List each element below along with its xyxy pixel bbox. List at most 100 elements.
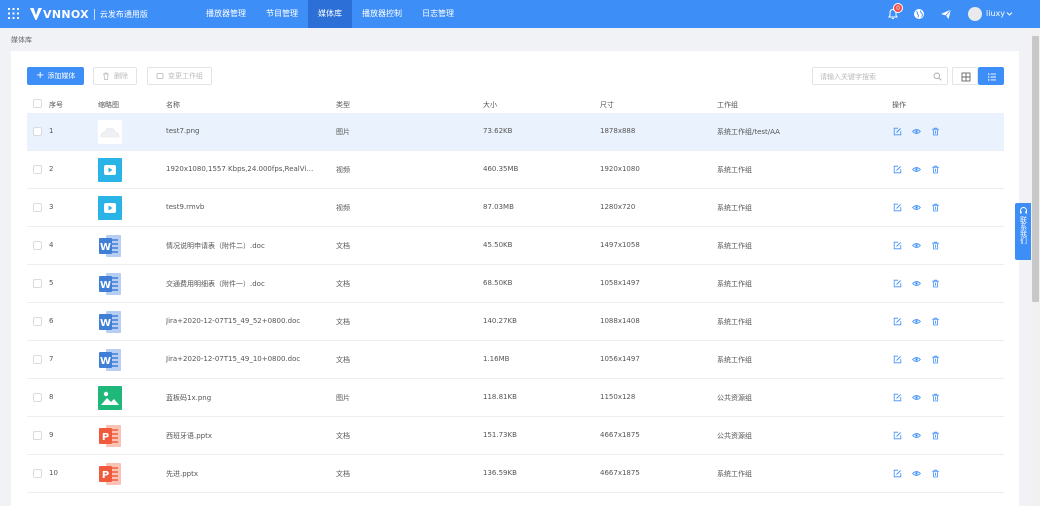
list-view-button[interactable]	[978, 67, 1004, 85]
preview-eye-icon[interactable]	[912, 469, 921, 478]
username[interactable]: liuxy	[986, 9, 1005, 18]
edit-icon[interactable]	[893, 241, 902, 250]
preview-eye-icon[interactable]	[912, 279, 921, 288]
image-thumbnail-icon[interactable]	[98, 386, 122, 410]
table-row[interactable]: 10 P 先进.pptx 文档 136.59KB 4667x1875 系统工作组	[27, 455, 1004, 493]
row-checkbox[interactable]	[33, 393, 42, 402]
nav-player-control[interactable]: 播放器控制	[352, 0, 412, 28]
page-scrollbar[interactable]	[1031, 28, 1040, 506]
row-checkbox[interactable]	[33, 469, 42, 478]
delete-trash-icon[interactable]	[931, 469, 940, 478]
delete-trash-icon[interactable]	[931, 241, 940, 250]
edit-icon[interactable]	[893, 279, 902, 288]
row-checkbox[interactable]	[33, 165, 42, 174]
media-name: 交通费用明细表（附件一）.doc	[166, 280, 265, 288]
edit-icon[interactable]	[893, 165, 902, 174]
word-thumbnail-icon[interactable]: W	[98, 310, 122, 334]
preview-eye-icon[interactable]	[912, 241, 921, 250]
preview-eye-icon[interactable]	[912, 317, 921, 326]
table-row[interactable]: 1 test7.png 图片 73.62KB 1878x888 系统工作组/test/AA	[27, 113, 1004, 151]
search-icon[interactable]	[933, 72, 942, 81]
scrollbar-thumb[interactable]	[1032, 36, 1039, 302]
table-row[interactable]: 9 P 西班牙语.pptx 文档 151.73KB 4667x1875 公共资源组	[27, 417, 1004, 455]
edit-icon[interactable]	[893, 355, 902, 364]
video-thumbnail-icon[interactable]	[98, 158, 122, 182]
col-header-type[interactable]: 类型	[336, 100, 350, 110]
word-thumbnail-icon[interactable]: W	[98, 234, 122, 258]
col-header-workgroup[interactable]: 工作组	[717, 100, 738, 110]
row-checkbox[interactable]	[33, 203, 42, 212]
col-header-dimensions[interactable]: 尺寸	[600, 100, 614, 110]
word-thumbnail-icon[interactable]: W	[98, 272, 122, 296]
row-checkbox[interactable]	[33, 431, 42, 440]
media-workgroup: 系统工作组/test/AA	[717, 128, 780, 136]
row-checkbox[interactable]	[33, 317, 42, 326]
col-header-size[interactable]: 大小	[483, 100, 497, 110]
table-row[interactable]: 5 W 交通费用明细表（附件一）.doc 文档 68.50KB 1058x1497 系统工作…	[27, 265, 1004, 303]
row-checkbox[interactable]	[33, 241, 42, 250]
row-checkbox[interactable]	[33, 279, 42, 288]
apps-grid-icon[interactable]	[8, 8, 19, 19]
preview-eye-icon[interactable]	[912, 431, 921, 440]
select-all-checkbox[interactable]	[33, 99, 42, 108]
media-size: 140.27KB	[483, 317, 517, 325]
contact-us-tab[interactable]: 联系我们	[1015, 203, 1031, 260]
col-header-actions: 操作	[892, 101, 906, 109]
svg-text:P: P	[102, 432, 109, 443]
table-row[interactable]: 2 1920x1080,1557 Kbps,24.000fps,RealVideo…	[27, 151, 1004, 189]
word-thumbnail-icon[interactable]: W	[98, 348, 122, 372]
preview-eye-icon[interactable]	[912, 355, 921, 364]
preview-eye-icon[interactable]	[912, 393, 921, 402]
svg-text:P: P	[102, 470, 109, 481]
delete-trash-icon[interactable]	[931, 317, 940, 326]
delete-trash-icon[interactable]	[931, 431, 940, 440]
add-media-button[interactable]: + 添加媒体	[27, 67, 85, 85]
edit-icon[interactable]	[893, 127, 902, 136]
edit-icon[interactable]	[893, 317, 902, 326]
media-library-panel: + 添加媒体 删除 变更工作组 请输入关键字搜索 序号 缩略图 名称 类型 大小…	[11, 51, 1019, 506]
table-row[interactable]: 6 W Jira+2020-12-07T15_49_52+0800.doc 文档 140…	[27, 303, 1004, 341]
preview-eye-icon[interactable]	[912, 165, 921, 174]
ppt-thumbnail-icon[interactable]: P	[98, 462, 122, 486]
col-header-name[interactable]: 名称	[166, 100, 180, 110]
svg-text:W: W	[100, 280, 111, 291]
delete-trash-icon[interactable]	[931, 279, 940, 288]
edit-icon[interactable]	[893, 469, 902, 478]
row-checkbox[interactable]	[33, 127, 42, 136]
row-number: 8	[49, 393, 54, 401]
nav-log-management[interactable]: 日志管理	[412, 0, 464, 28]
nav-program-management[interactable]: 节目管理	[256, 0, 308, 28]
media-name: Jira+2020-12-07T15_49_10+0800.doc	[166, 355, 301, 363]
chevron-down-icon[interactable]	[1006, 10, 1013, 17]
edit-icon[interactable]	[893, 203, 902, 212]
change-group-button[interactable]: 变更工作组	[147, 67, 212, 85]
table-row[interactable]: 3 test9.rmvb 视频 87.03MB 1280x720 系统工作组	[27, 189, 1004, 227]
cloud-thumbnail-icon[interactable]	[98, 120, 122, 144]
table-row[interactable]: 4 W 情况说明申请表（附件二）.doc 文档 45.50KB 1497x1058 系统工作…	[27, 227, 1004, 265]
avatar[interactable]	[968, 7, 982, 21]
send-icon[interactable]	[940, 8, 952, 20]
app-logo[interactable]: VNNOX 云发布通用版	[30, 6, 148, 22]
edit-icon[interactable]	[893, 431, 902, 440]
ppt-thumbnail-icon[interactable]: P	[98, 424, 122, 448]
row-checkbox[interactable]	[33, 355, 42, 364]
delete-trash-icon[interactable]	[931, 355, 940, 364]
nav-media-library[interactable]: 媒体库	[308, 0, 352, 28]
delete-trash-icon[interactable]	[931, 393, 940, 402]
row-number: 10	[49, 469, 58, 477]
table-row[interactable]: 8 蓝板码1x.png 图片 118.81KB 1150x128 公共资源组	[27, 379, 1004, 417]
delete-trash-icon[interactable]	[931, 165, 940, 174]
edit-icon[interactable]	[893, 393, 902, 402]
delete-trash-icon[interactable]	[931, 203, 940, 212]
nav-player-management[interactable]: 播放器管理	[196, 0, 256, 28]
globe-icon[interactable]	[913, 8, 925, 20]
preview-eye-icon[interactable]	[912, 203, 921, 212]
delete-trash-icon[interactable]	[931, 127, 940, 136]
media-type: 图片	[336, 128, 350, 136]
search-input[interactable]: 请输入关键字搜索	[812, 67, 948, 85]
preview-eye-icon[interactable]	[912, 127, 921, 136]
delete-button[interactable]: 删除	[93, 67, 137, 85]
table-row[interactable]: 7 W Jira+2020-12-07T15_49_10+0800.doc 文档 1.1…	[27, 341, 1004, 379]
video-thumbnail-icon[interactable]	[98, 196, 122, 220]
grid-view-button[interactable]	[952, 67, 978, 85]
